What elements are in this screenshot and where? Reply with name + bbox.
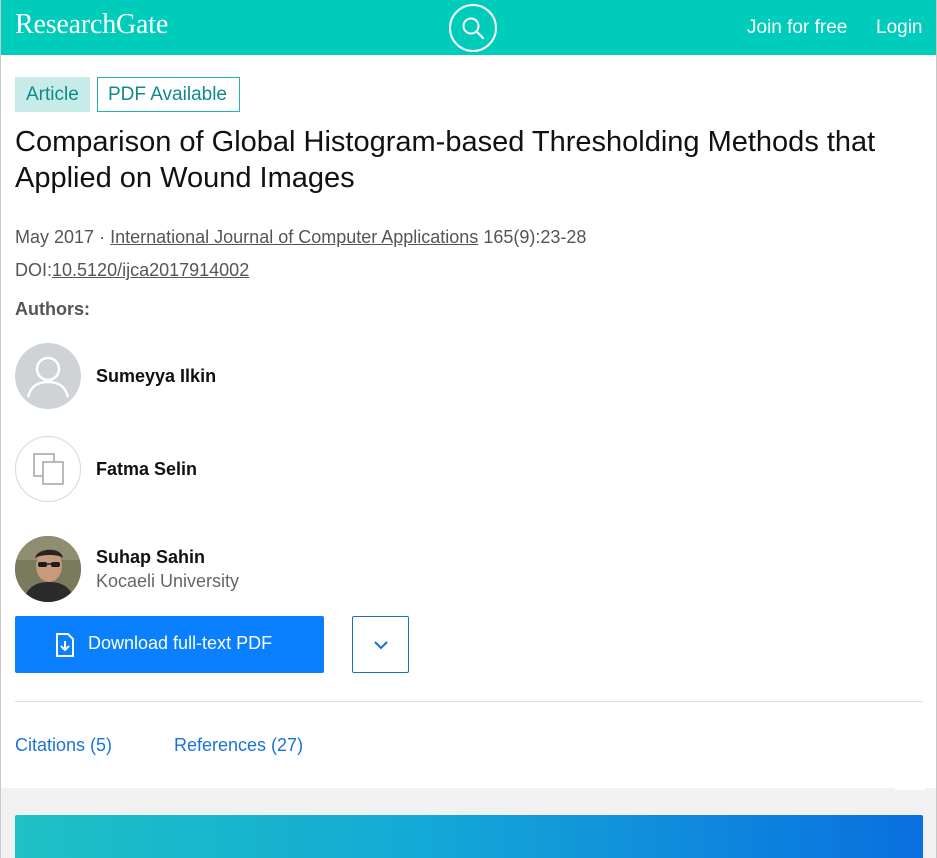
doi-line: DOI:10.5120/ijca2017914002 <box>15 260 249 281</box>
author-name[interactable]: Suhap Sahin <box>96 547 205 568</box>
volume-pages: 165(9):23-28 <box>483 227 587 247</box>
avatar[interactable] <box>15 536 81 602</box>
researchgate-logo[interactable]: ResearchGate <box>15 9 168 41</box>
search-icon <box>462 17 485 40</box>
background-notch <box>895 784 925 790</box>
publication-date: May 2017 <box>15 227 95 247</box>
download-label: Download full-text PDF <box>88 633 273 653</box>
doi-link[interactable]: 10.5120/ijca2017914002 <box>52 260 249 280</box>
author-affiliation[interactable]: Kocaeli University <box>96 571 239 592</box>
promo-banner <box>15 815 923 858</box>
pdf-available-badge: PDF Available <box>97 77 240 112</box>
doi-prefix: DOI: <box>15 260 53 280</box>
chevron-down-icon <box>374 641 388 650</box>
authors-heading: Authors: <box>15 299 90 319</box>
avatar[interactable] <box>15 343 81 409</box>
login-link[interactable]: Login <box>876 17 923 39</box>
profile-photo <box>15 536 81 602</box>
publication-meta: May 2017 · International Journal of Comp… <box>15 227 586 248</box>
institution-icon <box>33 453 64 485</box>
section-divider <box>15 701 923 702</box>
author-item[interactable]: Fatma Selin <box>15 436 615 504</box>
download-pdf-button[interactable]: Download full-text PDF <box>15 616 324 673</box>
search-button[interactable] <box>449 4 497 52</box>
tab-citations[interactable]: Citations (5) <box>15 735 112 756</box>
author-item[interactable]: Sumeyya Ilkin <box>15 343 615 411</box>
author-name[interactable]: Fatma Selin <box>96 459 197 480</box>
article-type-badge: Article <box>15 77 90 112</box>
default-person-icon <box>26 356 70 398</box>
author-item[interactable]: Suhap Sahin Kocaeli University <box>15 536 615 604</box>
join-for-free-link[interactable]: Join for free <box>747 17 847 39</box>
top-header: ResearchGate Join for free Login <box>0 0 937 55</box>
pdf-download-icon <box>56 633 74 657</box>
tab-references[interactable]: References (27) <box>174 735 303 756</box>
author-name[interactable]: Sumeyya Ilkin <box>96 366 216 387</box>
journal-link[interactable]: International Journal of Computer Applic… <box>110 227 478 247</box>
more-options-button[interactable] <box>352 616 409 673</box>
meta-separator: · <box>99 227 106 247</box>
avatar[interactable] <box>15 436 81 502</box>
article-title: Comparison of Global Histogram-based Thr… <box>15 126 876 194</box>
